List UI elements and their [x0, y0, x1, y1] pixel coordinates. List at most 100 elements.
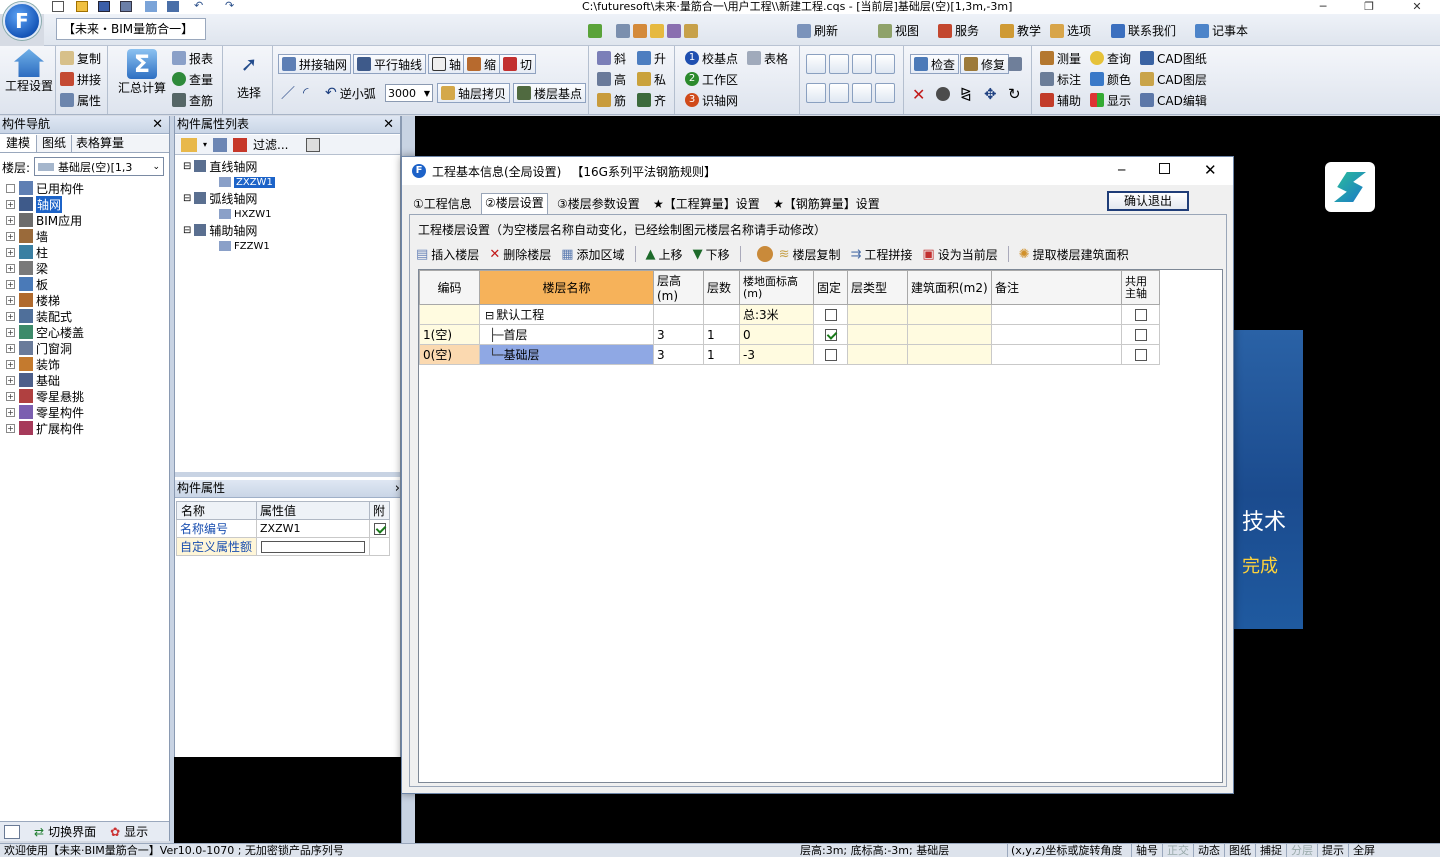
floor-cell-type[interactable] [847, 324, 908, 345]
undo-icon[interactable]: ↶ [194, 0, 206, 12]
open-file-icon[interactable] [76, 1, 88, 12]
column-header[interactable]: 层高(m) [653, 270, 704, 305]
status-toggle[interactable]: 图纸 [1224, 844, 1255, 857]
nav-tree-item[interactable]: 已用构件 [0, 180, 84, 196]
menu-refresh[interactable]: 刷新 [797, 21, 838, 41]
align-button[interactable]: 齐 [637, 90, 666, 110]
floor-cell-elev[interactable]: -3 [739, 344, 814, 365]
color-button[interactable]: 颜色 [1090, 69, 1131, 89]
high-button[interactable]: 高 [597, 69, 626, 89]
floor-cell-code[interactable] [419, 304, 480, 325]
floor-cell-count[interactable] [703, 304, 740, 325]
tab-rebar-settings[interactable]: ★【钢筋算量】设置 [770, 195, 883, 214]
expand-icon[interactable]: + [6, 199, 15, 209]
slant-button[interactable]: 斜 [597, 48, 626, 68]
property-settings-icon[interactable] [306, 137, 321, 152]
column-header[interactable]: 楼地面标高(m) [739, 270, 814, 305]
floor-base-button[interactable]: 楼层基点 [513, 83, 587, 103]
nav-tree-item[interactable]: + 墙 [0, 228, 48, 244]
expand-icon[interactable]: + [6, 327, 15, 337]
private-button[interactable]: 私 [637, 69, 666, 89]
floor-cell-area[interactable] [907, 324, 992, 345]
shared-checkbox[interactable] [1134, 309, 1147, 321]
arc-value-select[interactable]: 3000 ▼ [385, 84, 433, 102]
tool-icons[interactable] [616, 21, 698, 41]
extract-area-button[interactable]: ✺ 提取楼层建筑面积 [1019, 246, 1129, 263]
mark-button[interactable]: 标注 [1040, 69, 1081, 89]
confirm-exit-button[interactable]: 确认退出 [1107, 191, 1189, 211]
floor-cell-name[interactable]: └─基础层 [479, 344, 654, 365]
tab-floor-params[interactable]: ③楼层参数设置 [554, 195, 643, 214]
prop-value-input[interactable] [261, 540, 365, 553]
close-button[interactable]: ✕ [1394, 0, 1440, 14]
query-button[interactable]: 查询 [1090, 48, 1131, 68]
switch-interface-button[interactable]: 切换界面 [48, 823, 96, 840]
fixed-checkbox[interactable] [824, 349, 837, 361]
menu-view[interactable]: 视图 [878, 21, 919, 41]
floor-cell-shared[interactable] [1121, 304, 1160, 325]
zoom-window-icon[interactable] [875, 83, 895, 103]
nav-tree-item[interactable]: + 基础 [0, 372, 60, 388]
pan-icon[interactable] [806, 83, 826, 103]
repair-button[interactable]: 修复 [960, 54, 1010, 74]
copy-button[interactable]: 复制 [60, 48, 101, 68]
status-toggle[interactable]: 提示 [1317, 844, 1348, 857]
assist-button[interactable]: 辅助 [1040, 90, 1081, 110]
column-header[interactable]: 层类型 [847, 270, 908, 305]
copy-floor-button[interactable]: ≋ 楼层复制 [779, 246, 841, 263]
tab-drawings[interactable]: 图纸 [37, 135, 73, 152]
component-group[interactable]: ⊟ 直线轴网 [183, 158, 257, 174]
move-down-button[interactable]: ▼ 下移 [693, 246, 730, 263]
filter-button[interactable]: 过滤... [253, 136, 288, 153]
status-toggle[interactable]: 捕捉 [1255, 844, 1286, 857]
tab-project-info[interactable]: ①工程信息 [410, 195, 475, 214]
column-header[interactable]: 建筑面积(m2) [907, 270, 992, 305]
cad-drawing-button[interactable]: CAD图纸 [1140, 48, 1207, 68]
view-2d-icon[interactable] [806, 54, 826, 74]
status-toggle[interactable]: 动态 [1193, 844, 1224, 857]
line-tool[interactable]: ／ [281, 83, 295, 103]
floor-cell-note[interactable] [991, 344, 1122, 365]
floor-cell-elev[interactable]: 0 [739, 324, 814, 345]
splitter[interactable] [175, 472, 400, 477]
component-item[interactable]: FZZW1 [219, 238, 270, 254]
scale-button[interactable]: 缩 [463, 54, 501, 74]
display-toggle-button[interactable]: 显示 [124, 823, 148, 840]
merge-grid-button[interactable]: 拼接轴网 [278, 54, 352, 74]
step1-button[interactable]: 1 校基点 [685, 48, 738, 68]
project-settings-button[interactable]: 工程设置 [4, 49, 54, 94]
bar-button[interactable]: 筋 [597, 90, 626, 110]
tab-modeling[interactable]: 建模 [0, 135, 38, 152]
delete-icon[interactable]: ✕ [912, 84, 925, 104]
rotate-icon[interactable]: ↻ [1008, 84, 1021, 104]
floor-cell-fixed[interactable] [813, 324, 848, 345]
nav-tree-item[interactable]: + 柱 [0, 244, 48, 260]
add-region-button[interactable]: ▦ 添加区域 [561, 246, 624, 263]
axis-button[interactable]: 轴 [428, 54, 466, 74]
nav-tree-item[interactable]: + 梁 [0, 260, 48, 276]
splitter[interactable] [170, 116, 174, 843]
edit-icon[interactable] [852, 83, 872, 103]
set-current-floor-button[interactable]: ▣ 设为当前层 [922, 246, 997, 263]
floor-cell-shared[interactable] [1121, 344, 1160, 365]
menu-contact[interactable]: 联系我们 [1111, 21, 1176, 41]
component-group[interactable]: ⊟ 辅助轴网 [183, 222, 257, 238]
nav-tree-item[interactable]: + 楼梯 [0, 292, 60, 308]
floor-cell-note[interactable] [991, 304, 1122, 325]
fixed-checkbox[interactable] [824, 329, 837, 341]
floor-cell-count[interactable]: 1 [703, 324, 740, 345]
nav-tree-item[interactable]: + 零星悬挑 [0, 388, 84, 404]
nav-tree-item[interactable]: + 空心楼盖 [0, 324, 84, 340]
copy-axis-button[interactable]: 轴层拷贝 [437, 83, 511, 103]
move-icon[interactable]: ✥ [984, 84, 997, 104]
tab-table-calc[interactable]: 表格算量 [72, 135, 128, 152]
maximize-icon[interactable] [1159, 163, 1170, 174]
print-icon[interactable] [120, 1, 132, 12]
menu-teach[interactable]: 教学 [1000, 21, 1041, 41]
floor-cell-fixed[interactable] [813, 344, 848, 365]
cad-layer-button[interactable]: CAD图层 [1140, 69, 1207, 89]
expand-icon[interactable]: + [6, 343, 15, 353]
close-icon[interactable]: ✕ [1204, 161, 1217, 179]
column-header[interactable]: 层数 [703, 270, 740, 305]
nav-tree-item[interactable]: + 零星构件 [0, 404, 84, 420]
